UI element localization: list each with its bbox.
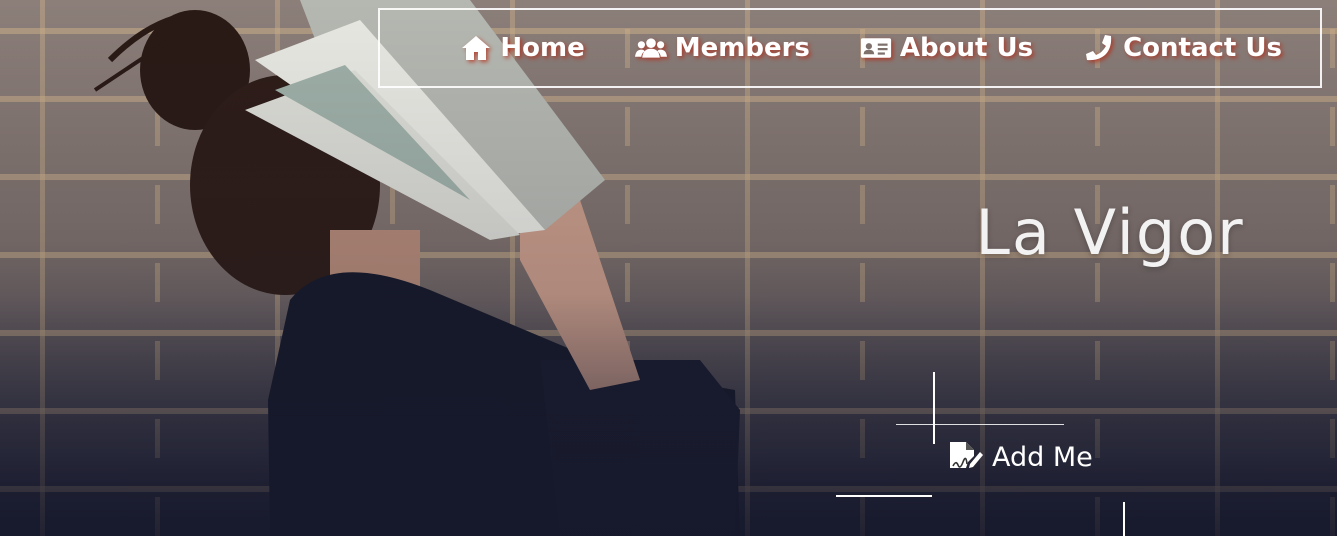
nav-members-label: Members <box>674 33 810 63</box>
frame-line-vertical-bottom <box>1123 502 1125 536</box>
frame-line-horizontal-bottom <box>836 495 932 497</box>
page-title: La Vigor <box>975 196 1245 269</box>
nav-contact[interactable]: Contact Us <box>1083 33 1282 63</box>
add-me-label: Add Me <box>992 441 1093 473</box>
users-icon <box>634 38 667 58</box>
main-nav: Home Members About Us Contact Us <box>378 8 1322 88</box>
add-me-button[interactable]: Add Me <box>948 440 1093 474</box>
nav-about-label: About Us <box>899 33 1034 63</box>
phone-icon <box>1086 35 1112 61</box>
nav-contact-label: Contact Us <box>1123 33 1282 63</box>
id-card-icon <box>860 38 892 58</box>
nav-home-label: Home <box>500 33 585 63</box>
nav-about[interactable]: About Us <box>860 33 1033 63</box>
file-signature-icon <box>950 442 983 468</box>
add-me-frame: Add Me <box>836 372 1136 536</box>
nav-members[interactable]: Members <box>634 33 810 63</box>
frame-line-horizontal-top <box>896 424 1064 425</box>
home-icon <box>462 36 491 60</box>
nav-home[interactable]: Home <box>460 33 585 63</box>
frame-line-vertical-top <box>933 372 935 444</box>
